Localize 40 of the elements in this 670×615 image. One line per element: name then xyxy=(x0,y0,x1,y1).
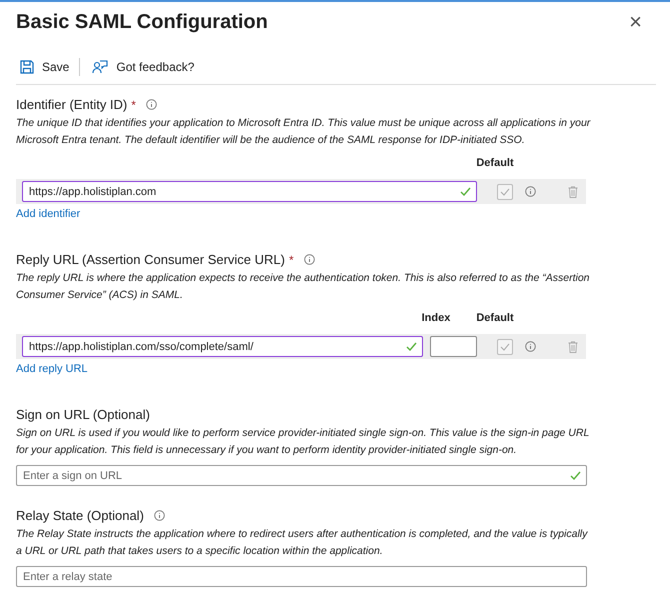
feedback-icon xyxy=(92,60,108,74)
section-description: The reply URL is where the application expects to receive the authentication token. This is also referred to as the “Assertion Consumer Service” (ACS) in SAML. xyxy=(16,271,591,303)
default-checkbox[interactable] xyxy=(497,184,513,200)
feedback-button[interactable]: Got feedback? xyxy=(92,60,204,74)
index-field[interactable] xyxy=(430,336,477,357)
url-field[interactable]: https://app.holistiplan.com/sso/complete/saml/ xyxy=(22,336,423,357)
info-icon[interactable] xyxy=(154,510,165,521)
column-header: Index xyxy=(420,312,452,326)
info-icon[interactable] xyxy=(525,341,536,352)
panel-title: Basic SAML Configuration xyxy=(16,10,268,34)
section-description: The unique ID that identifies your application to Microsoft Entra ID. This value must be unique across all applications in your Microsoft Entra tenant. The default identifier will be the audience of the SAML response for IDP-initiated SSO. xyxy=(16,116,592,148)
close-button[interactable]: × xyxy=(629,11,654,33)
tick-icon xyxy=(500,342,510,350)
section-title: Relay State (Optional) xyxy=(16,508,144,523)
url-field[interactable]: Enter a relay state xyxy=(16,566,587,587)
info-icon[interactable] xyxy=(525,186,536,197)
required-mark: * xyxy=(131,98,136,112)
section-title: Sign on URL (Optional) xyxy=(16,407,150,422)
section-title: Reply URL (Assertion Consumer Service URL) xyxy=(16,252,285,267)
valid-check-icon xyxy=(460,187,471,196)
required-mark: * xyxy=(289,252,294,266)
url-field[interactable]: https://app.holistiplan.com xyxy=(22,181,477,202)
info-icon[interactable] xyxy=(146,99,157,110)
column-header: Default xyxy=(475,312,515,326)
valid-check-icon xyxy=(406,342,417,351)
url-field[interactable]: Enter a sign on URL xyxy=(16,465,587,486)
section-title: Identifier (Entity ID) xyxy=(16,97,128,112)
info-icon[interactable] xyxy=(304,254,315,265)
valid-check-icon xyxy=(570,471,581,480)
delete-icon[interactable] xyxy=(568,186,578,198)
add-link[interactable]: Add identifier xyxy=(16,208,80,220)
column-header: Default xyxy=(475,157,515,171)
default-checkbox[interactable] xyxy=(497,338,513,354)
save-icon xyxy=(20,60,34,74)
section-description: Sign on URL is used if you would like to perform service provider-initiated single sign-on. This value is the sign-in page URL for your application. This field is unnecessary if you want to perform identity provider-initiated single sign-on. xyxy=(16,426,590,458)
add-link[interactable]: Add reply URL xyxy=(16,363,88,375)
tick-icon xyxy=(500,188,510,196)
save-button[interactable]: Save xyxy=(20,60,80,74)
delete-icon[interactable] xyxy=(568,340,578,352)
section-description: The Relay State instructs the application where to redirect users after authentication is completed, and the value is typically a URL or URL path that takes users to a specific location within the application. xyxy=(16,527,589,559)
